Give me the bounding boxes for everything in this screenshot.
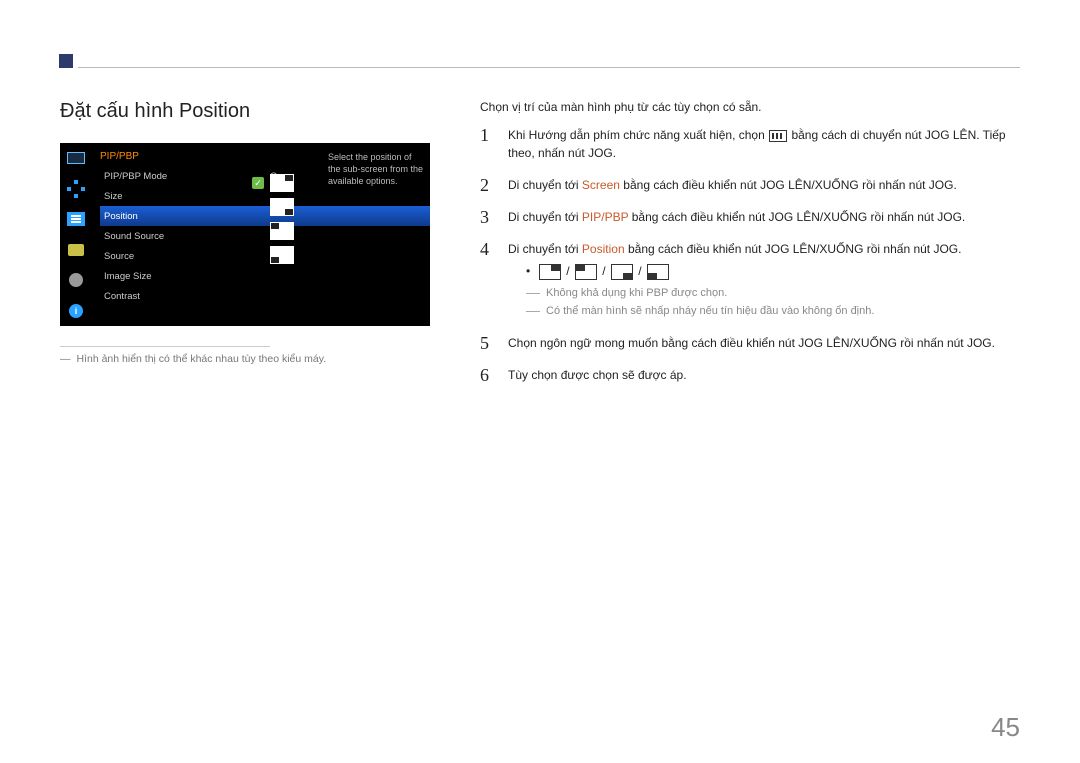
intro-text: Chọn vị trí của màn hình phụ từ các tùy …	[480, 100, 1020, 114]
section-marker	[59, 54, 73, 68]
caption-text: Hình ảnh hiển thị có thể khác nhau tùy t…	[77, 353, 327, 365]
step-number: 4	[480, 240, 508, 320]
step-text: bằng cách điều khiển nút JOG LÊN/XUỐNG r…	[628, 242, 962, 256]
note-dash-icon	[526, 293, 540, 302]
slash: /	[602, 264, 609, 278]
top-rule	[78, 67, 1020, 68]
osd-label: PIP/PBP Mode	[100, 171, 270, 182]
position-preview-tr	[270, 174, 294, 192]
step-1-body: Khi Hướng dẫn phím chức năng xuất hiện, …	[508, 126, 1020, 162]
page-number: 45	[991, 712, 1020, 743]
sub-note-2: Có thể màn hình sẽ nhấp nháy nếu tín hiệ…	[526, 302, 1020, 320]
osd-label: Image Size	[100, 271, 310, 282]
check-icon: ✓	[252, 177, 264, 189]
position-icon-br	[611, 264, 633, 280]
step-number: 2	[480, 176, 508, 194]
position-preview-bl	[270, 246, 294, 264]
step-4-body: Di chuyển tới Position bằng cách điều kh…	[508, 240, 1020, 320]
position-icon-tl	[575, 264, 597, 280]
step-2-body: Di chuyển tới Screen bằng cách điều khiể…	[508, 176, 1020, 194]
position-icons-row: • / / /	[526, 262, 1020, 280]
osd-position-previews: ✓ ✓ ✓ ✓	[252, 173, 294, 265]
step-number: 1	[480, 126, 508, 162]
position-preview-br	[270, 198, 294, 216]
keyword-position: Position	[582, 242, 625, 256]
note-dash-icon	[526, 311, 540, 320]
osd-row-imagesize: Image Size	[100, 266, 430, 286]
position-preview-tl	[270, 222, 294, 240]
step-text: Khi Hướng dẫn phím chức năng xuất hiện, …	[508, 128, 765, 142]
step-5-body: Chọn ngôn ngữ mong muốn bằng cách điều k…	[508, 334, 1020, 352]
page-title: Đặt cấu hình Position	[60, 100, 465, 123]
slash: /	[638, 264, 645, 278]
position-icon-bl	[647, 264, 669, 280]
step-number: 5	[480, 334, 508, 352]
osd-icon-screen	[60, 204, 92, 235]
osd-icon-info: i	[60, 296, 92, 327]
sub-note-1: Không khả dụng khi PBP được chọn.	[526, 284, 1020, 302]
caption-rule	[60, 346, 270, 347]
osd-icon-pipbp	[60, 235, 92, 266]
step-text: Di chuyển tới	[508, 210, 579, 224]
keyword-screen: Screen	[582, 178, 620, 192]
dash-icon: ―	[60, 353, 71, 365]
step-number: 6	[480, 366, 508, 384]
caption: ― Hình ảnh hiển thị có thể khác nhau tùy…	[60, 353, 465, 365]
osd-icon-picture	[60, 143, 92, 174]
step-number: 3	[480, 208, 508, 226]
menu-icon	[769, 130, 787, 142]
slash: /	[566, 264, 573, 278]
step-text: Di chuyển tới	[508, 242, 579, 256]
step-3-body: Di chuyển tới PIP/PBP bằng cách điều khi…	[508, 208, 1020, 226]
keyword-pipbp: PIP/PBP	[582, 210, 628, 224]
step-text: bằng cách điều khiển nút JOG LÊN/XUỐNG r…	[632, 210, 966, 224]
osd-screenshot: i PIP/PBP PIP/PBP Mode On Size Position …	[60, 143, 430, 326]
note-text: Không khả dụng khi PBP được chọn.	[546, 284, 727, 302]
step-text: Di chuyển tới	[508, 178, 579, 192]
osd-help-text: Select the position of the sub-screen fr…	[328, 151, 424, 187]
osd-icon-settings	[60, 265, 92, 296]
step-text: bằng cách điều khiển nút JOG LÊN/XUỐNG r…	[623, 178, 957, 192]
osd-row-contrast: Contrast	[100, 286, 430, 306]
position-icon-tr	[539, 264, 561, 280]
step-6-body: Tùy chọn được chọn sẽ được áp.	[508, 366, 1020, 384]
osd-icon-arrows	[60, 174, 92, 205]
note-text: Có thể màn hình sẽ nhấp nháy nếu tín hiệ…	[546, 302, 874, 320]
osd-nav-icons: i	[60, 143, 92, 326]
osd-label: Contrast	[100, 291, 310, 302]
